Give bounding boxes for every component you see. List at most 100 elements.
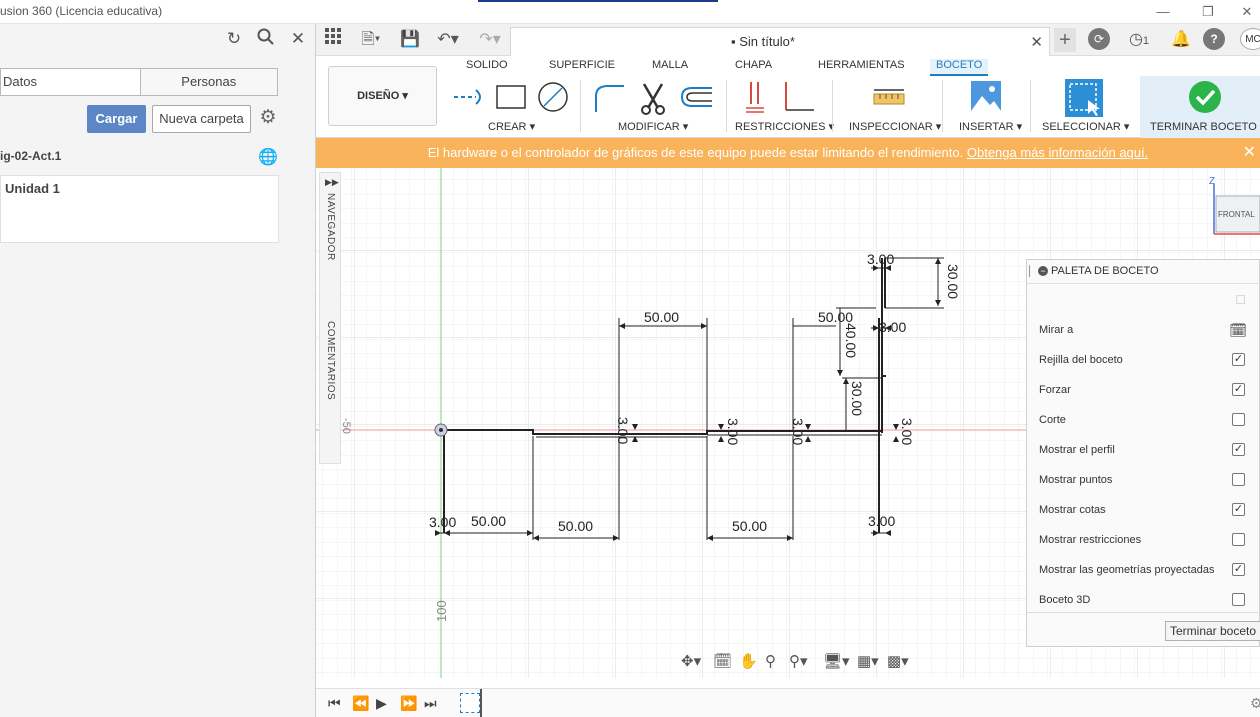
palette-row-projected-geometry[interactable]: Mostrar las geometrías proyectadas ✓	[1039, 555, 1260, 585]
sketch-grid-checkbox[interactable]: ✓	[1232, 353, 1245, 366]
select-menu[interactable]: SELECCIONAR ▾	[1042, 120, 1129, 133]
close-panel-icon[interactable]: ✕	[287, 28, 309, 50]
finish-sketch-check-icon[interactable]	[1188, 80, 1222, 114]
new-tab-icon[interactable]: +	[1054, 28, 1076, 52]
minimize-icon[interactable]: —	[1148, 2, 1178, 22]
save-icon[interactable]: 💾	[400, 28, 420, 52]
perpendicular-constraint-icon[interactable]	[780, 80, 816, 114]
tab-sketch[interactable]: BOCETO	[930, 59, 989, 76]
palette-row-show-dimensions[interactable]: Mostrar cotas ✓	[1039, 495, 1260, 525]
palette-row-slice[interactable]: Corte	[1039, 405, 1260, 435]
close-window-icon[interactable]: ✕	[1232, 2, 1260, 22]
workspace-design-button[interactable]: DISEÑO ▾	[328, 66, 437, 126]
expand-navigator-icon[interactable]: ▶▶	[325, 177, 339, 188]
measure-ruler-icon[interactable]	[872, 86, 906, 108]
circle-icon[interactable]	[536, 80, 570, 114]
look-at-nav-icon[interactable]: 🗓	[713, 652, 732, 670]
offset-icon[interactable]	[678, 84, 714, 110]
refresh-icon[interactable]: ↻	[223, 28, 245, 50]
dimension-label[interactable]: 3.00	[429, 514, 456, 530]
close-warning-icon[interactable]: ✕	[1243, 138, 1256, 168]
palette-row-look-at[interactable]: Mirar a 🗓	[1039, 315, 1260, 345]
step-forward-icon[interactable]: ⏩	[400, 695, 417, 712]
palette-grip[interactable]	[1029, 265, 1031, 277]
user-avatar[interactable]: MC	[1240, 28, 1260, 50]
constraints-menu[interactable]: RESTRICCIONES ▾	[735, 120, 834, 133]
palette-options-icon[interactable]: □	[1237, 291, 1245, 307]
view-cube[interactable]: Z FRONTAL	[1202, 174, 1260, 240]
dimension-label[interactable]: 50.00	[558, 518, 593, 534]
go-to-end-icon[interactable]: ⏭	[424, 695, 437, 712]
dimension-label[interactable]: 30.00	[945, 264, 961, 299]
tab-tools[interactable]: HERRAMIENTAS	[818, 59, 905, 71]
navigator-tab[interactable]: NAVEGADOR	[325, 193, 336, 261]
view-cube-face[interactable]: FRONTAL	[1218, 210, 1255, 219]
play-icon[interactable]: ▶	[376, 695, 387, 712]
select-icon[interactable]	[1064, 78, 1104, 118]
collapse-palette-icon[interactable]: −	[1038, 266, 1048, 276]
create-menu[interactable]: CREAR ▾	[488, 120, 535, 133]
palette-row-show-constraints[interactable]: Mostrar restricciones	[1039, 525, 1260, 555]
tab-mesh[interactable]: MALLA	[652, 59, 688, 71]
grid-settings-icon[interactable]: ▦▾	[857, 652, 879, 670]
line-icon[interactable]	[452, 82, 488, 112]
finish-sketch-button[interactable]: Terminar boceto	[1165, 621, 1260, 641]
3d-sketch-checkbox[interactable]	[1232, 593, 1245, 606]
projected-geometry-checkbox[interactable]: ✓	[1232, 563, 1245, 576]
rectangle-icon[interactable]	[494, 82, 528, 112]
timeline-marker[interactable]	[480, 689, 482, 717]
dimension-label[interactable]: 3.00	[868, 513, 895, 529]
fillet-icon[interactable]	[592, 82, 626, 114]
upload-button[interactable]: Cargar	[87, 105, 146, 133]
palette-row-show-points[interactable]: Mostrar puntos	[1039, 465, 1260, 495]
tab-solid[interactable]: SOLIDO	[466, 59, 508, 71]
dimension-label[interactable]: 3.00	[790, 418, 806, 445]
palette-row-show-profile[interactable]: Mostrar el perfil ✓	[1039, 435, 1260, 465]
unit-item[interactable]: Unidad 1	[5, 181, 60, 196]
slice-checkbox[interactable]	[1232, 413, 1245, 426]
globe-icon[interactable]: 🌐	[258, 147, 278, 167]
tab-data[interactable]: Datos	[1, 69, 141, 95]
zoom-icon[interactable]: ⚲	[765, 652, 776, 670]
snap-checkbox[interactable]: ✓	[1232, 383, 1245, 396]
dimension-label[interactable]: 3.00	[725, 418, 741, 445]
viewports-icon[interactable]: ▩▾	[887, 652, 909, 670]
dimension-label[interactable]: 30.00	[849, 381, 865, 416]
dimension-label[interactable]: 50.00	[732, 518, 767, 534]
orbit-icon[interactable]: ✥▾	[681, 652, 701, 670]
comments-tab[interactable]: COMENTARIOS	[325, 321, 336, 400]
tab-people[interactable]: Personas	[141, 69, 278, 95]
coincident-constraint-icon[interactable]	[744, 80, 768, 114]
dimension-label[interactable]: 3.00	[879, 319, 906, 335]
tab-surface[interactable]: SUPERFICIE	[549, 59, 615, 71]
timeline-sketch-item[interactable]	[460, 693, 480, 713]
dimension-label[interactable]: 40.00	[843, 323, 859, 358]
undo-icon[interactable]: ↶▾	[432, 28, 464, 52]
project-name[interactable]: ig-02-Act.1	[0, 149, 61, 163]
job-status-icon[interactable]: ◷1	[1122, 28, 1156, 52]
search-icon[interactable]	[255, 28, 277, 50]
show-constraints-checkbox[interactable]	[1232, 533, 1245, 546]
show-dimensions-checkbox[interactable]: ✓	[1232, 503, 1245, 516]
modify-menu[interactable]: MODIFICAR ▾	[618, 120, 688, 133]
extensions-icon[interactable]: ⟳	[1088, 28, 1110, 50]
palette-row-sketch-grid[interactable]: Rejilla del boceto ✓	[1039, 345, 1260, 375]
gear-icon[interactable]: ⚙	[257, 107, 279, 129]
apps-grid-icon[interactable]	[322, 28, 344, 52]
dimension-label[interactable]: 3.00	[899, 418, 915, 445]
new-folder-button[interactable]: Nueva carpeta	[152, 105, 251, 133]
inspect-menu[interactable]: INSPECCIONAR ▾	[849, 120, 941, 133]
pan-hand-icon[interactable]: ✋	[739, 652, 758, 670]
restore-icon[interactable]: ❐	[1193, 2, 1223, 22]
file-menu-icon[interactable]: 🗎▾	[356, 28, 386, 52]
timeline-settings-icon[interactable]: ⚙	[1250, 695, 1260, 712]
dimension-label[interactable]: 3.00	[867, 251, 894, 267]
dimension-label[interactable]: 50.00	[471, 513, 506, 529]
palette-row-snap[interactable]: Forzar ✓	[1039, 375, 1260, 405]
tab-sheetmetal[interactable]: CHAPA	[735, 59, 772, 71]
notification-bell-icon[interactable]: 🔔	[1170, 28, 1192, 52]
finish-sketch-menu[interactable]: TERMINAR BOCETO ▾	[1150, 120, 1260, 133]
fit-zoom-icon[interactable]: ⚲▾	[789, 652, 808, 670]
go-to-start-icon[interactable]: ⏮	[328, 695, 341, 712]
warning-link[interactable]: Obtenga más información aquí.	[967, 145, 1148, 160]
